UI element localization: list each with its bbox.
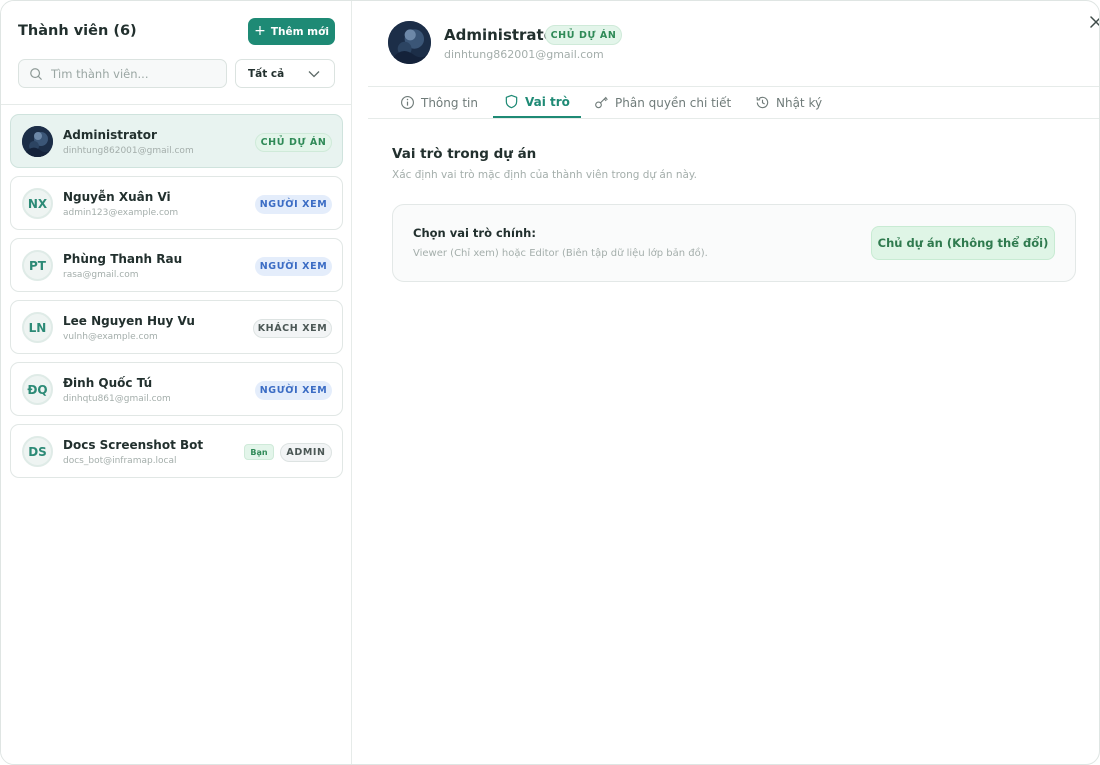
section-description: Xác định vai trò mặc định của thành viên… [392, 169, 697, 181]
tab-permissions[interactable]: Phân quyền chi tiết [594, 87, 731, 118]
member-name: Nguyễn Xuân Vi [63, 190, 171, 204]
avatar: DS [22, 436, 53, 467]
history-icon [756, 96, 769, 109]
detail-tabs: Thông tin Vai trò Phân quyền chi tiết Nh… [368, 87, 1099, 119]
members-panel-header: Thành viên (6) + Thêm mới Tất cả [1, 1, 351, 105]
members-title: Thành viên (6) [18, 23, 137, 39]
member-email: admin123@example.com [63, 208, 179, 218]
shield-icon [505, 94, 518, 109]
member-email: vulnh@example.com [63, 332, 158, 342]
you-badge: Bạn [244, 444, 274, 460]
tab-role[interactable]: Vai trò [493, 87, 581, 118]
chevron-down-icon [308, 71, 320, 78]
detail-email: dinhtung862001@gmail.com [444, 48, 604, 61]
primary-role-label: Chọn vai trò chính: [413, 226, 536, 240]
tab-role-label: Vai trò [525, 94, 570, 109]
member-email: rasa@gmail.com [63, 270, 139, 280]
member-list: Administrator dinhtung862001@gmail.com C… [10, 114, 343, 486]
member-item-dinh-quoc-tu[interactable]: ĐQ Đinh Quốc Tú dinhqtu861@gmail.com NGƯ… [10, 362, 343, 416]
role-badge-admin: ADMIN [280, 443, 332, 462]
primary-role-card: Chọn vai trò chính: Viewer (Chỉ xem) hoặ… [392, 204, 1076, 282]
member-item-docs-screenshot-bot[interactable]: DS Docs Screenshot Bot docs_bot@inframap… [10, 424, 343, 478]
member-detail-header: Administrator CHỦ DỰ ÁN dinhtung862001@g… [368, 1, 1100, 87]
member-name: Docs Screenshot Bot [63, 438, 204, 452]
member-name: Lee Nguyen Huy Vu [63, 314, 195, 328]
member-modal: Thành viên (6) + Thêm mới Tất cả [0, 0, 1100, 765]
avatar: PT [22, 250, 53, 281]
role-badge-viewer: NGƯỜI XEM [255, 257, 332, 276]
tab-log-label: Nhật ký [776, 95, 823, 110]
role-badge-owner: CHỦ DỰ ÁN [255, 133, 332, 152]
role-filter-select[interactable]: Tất cả [235, 59, 335, 88]
member-name: Phùng Thanh Rau [63, 252, 183, 266]
search-input[interactable] [51, 65, 221, 83]
role-badge-viewer: NGƯỜI XEM [255, 195, 332, 214]
member-email: dinhqtu861@gmail.com [63, 394, 171, 404]
owner-role-button[interactable]: Chủ dự án (Không thể đổi) [871, 226, 1055, 260]
member-name: Administrator [63, 128, 157, 142]
member-item-phung-thanh-rau[interactable]: PT Phùng Thanh Rau rasa@gmail.com NGƯỜI … [10, 238, 343, 292]
avatar [388, 21, 431, 64]
close-icon[interactable] [1087, 13, 1100, 31]
member-email: dinhtung862001@gmail.com [63, 146, 194, 156]
tab-info[interactable]: Thông tin [400, 87, 478, 118]
detail-name: Administrator [444, 26, 562, 44]
primary-role-description: Viewer (Chỉ xem) hoặc Editor (Biên tập d… [413, 248, 708, 259]
avatar-photo [388, 21, 431, 64]
member-email: docs_bot@inframap.local [63, 456, 177, 466]
section-title: Vai trò trong dự án [392, 146, 537, 162]
member-search[interactable] [18, 59, 227, 88]
role-badge-owner: CHỦ DỰ ÁN [545, 25, 622, 45]
avatar [22, 126, 53, 157]
role-filter-value: Tất cả [248, 68, 285, 80]
member-item-nguyen-xuan-vi[interactable]: NX Nguyễn Xuân Vi admin123@example.com N… [10, 176, 343, 230]
info-icon [401, 96, 414, 109]
add-member-label: Thêm mới [270, 25, 329, 38]
tab-log[interactable]: Nhật ký [755, 87, 822, 118]
avatar: NX [22, 188, 53, 219]
tab-info-label: Thông tin [421, 95, 478, 110]
members-panel: Thành viên (6) + Thêm mới Tất cả [1, 1, 352, 764]
avatar-photo [22, 126, 53, 157]
avatar: LN [22, 312, 53, 343]
member-detail-panel: Administrator CHỦ DỰ ÁN dinhtung862001@g… [352, 1, 1100, 764]
role-badge-guest: KHÁCH XEM [253, 319, 332, 338]
add-member-button[interactable]: + Thêm mới [248, 18, 335, 45]
member-name: Đinh Quốc Tú [63, 376, 153, 390]
member-item-lee-nguyen-huy-vu[interactable]: LN Lee Nguyen Huy Vu vulnh@example.com K… [10, 300, 343, 354]
key-icon [595, 96, 608, 109]
tab-permissions-label: Phân quyền chi tiết [615, 95, 732, 110]
member-item-administrator[interactable]: Administrator dinhtung862001@gmail.com C… [10, 114, 343, 168]
search-icon [30, 68, 42, 80]
avatar: ĐQ [22, 374, 53, 405]
role-badge-viewer: NGƯỜI XEM [255, 381, 332, 400]
plus-icon: + [254, 23, 266, 39]
